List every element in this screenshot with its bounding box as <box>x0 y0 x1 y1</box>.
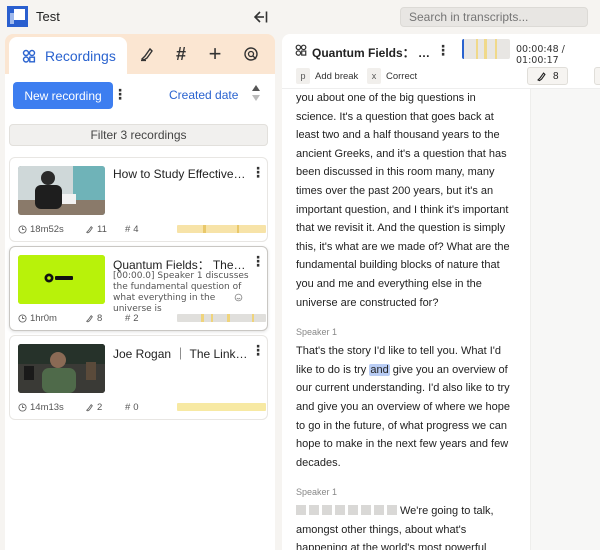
redacted-words <box>296 505 400 517</box>
tab-recordings-label: Recordings <box>45 47 116 64</box>
hash-icon: # <box>175 43 186 64</box>
recording-tag-count: # 4 <box>125 224 139 235</box>
tab-tags[interactable]: # <box>171 44 191 64</box>
recording-duration: 18m52s <box>18 224 64 235</box>
player-more-icon[interactable]: ⋮ <box>436 42 450 58</box>
tag-count-value: 0 <box>133 402 139 413</box>
current-word-highlight[interactable]: and <box>369 363 390 376</box>
recording-more-icon[interactable]: ⋮ <box>251 164 265 180</box>
player-header: Quantum Fields： Th... ⋮ 00:00:48 / 01:00… <box>282 34 600 88</box>
recordings-panel: Recordings # + New recording ⋮ Created d… <box>5 34 275 550</box>
recordings-list-area: New recording ⋮ Created date Filter 3 re… <box>5 74 275 550</box>
transcript-panel: Quantum Fields： Th... ⋮ 00:00:48 / 01:00… <box>282 34 600 550</box>
app-title: Test <box>36 9 60 24</box>
recording-tag-count: # 0 <box>125 402 139 413</box>
speaker-label: Speaker 1 <box>296 487 338 498</box>
transcript-paragraph[interactable]: That's the story I'd like to tell you. W… <box>296 342 518 472</box>
more-options-icon[interactable]: ⋮ <box>113 86 127 102</box>
smart-icon <box>234 293 243 302</box>
playback-progress-fill <box>462 39 464 59</box>
recording-thumbnail <box>18 255 105 304</box>
recording-more-icon[interactable]: ⋮ <box>251 342 265 358</box>
hash-icon: # <box>125 402 131 413</box>
transcript-paragraph[interactable]: you about one of the big questions in sc… <box>296 89 518 312</box>
recording-highlight-count: 11 <box>85 224 107 235</box>
more-chip[interactable] <box>594 67 600 85</box>
highlight-count-value: 8 <box>97 313 103 324</box>
add-break-action[interactable]: p Add break <box>296 68 358 84</box>
recording-card[interactable]: Joe Rogan ｜ The Link B... ⋮ 14m13s 2 # 0 <box>9 335 268 420</box>
highlight-count-value: 11 <box>97 224 107 235</box>
duration-value: 14m13s <box>30 402 64 413</box>
recording-thumbnail <box>18 344 105 393</box>
smart-icon <box>244 47 258 61</box>
recording-title: Joe Rogan ｜ The Link B... <box>113 347 248 361</box>
recording-thumbnail <box>18 166 105 215</box>
filter-recordings-button[interactable]: Filter 3 recordings <box>9 124 268 146</box>
highlighter-icon <box>537 71 546 81</box>
duration-value: 1hr0m <box>30 313 57 324</box>
top-bar: Test <box>0 0 600 34</box>
sort-order-icon[interactable] <box>251 84 261 102</box>
player-title: Quantum Fields： Th... <box>312 46 432 60</box>
speaker-label: Speaker 1 <box>296 327 338 338</box>
tab-add[interactable]: + <box>205 41 225 66</box>
transcript-paragraph[interactable]: We're going to talk, amongst other thing… <box>296 502 518 550</box>
transcript-body: you about one of the big questions in sc… <box>296 89 518 550</box>
duration-value: 18m52s <box>30 224 64 235</box>
playback-time: 00:00:48 / 01:00:17 <box>516 44 565 66</box>
new-recording-button[interactable]: New recording <box>13 82 113 109</box>
tag-count-value: 4 <box>133 224 139 235</box>
clock-icon <box>18 403 27 412</box>
highlight-count-value: 2 <box>97 402 103 413</box>
highlighter-icon <box>140 47 153 62</box>
clock-icon <box>18 225 27 234</box>
search-input[interactable] <box>400 7 588 27</box>
recording-activity-bar <box>177 314 266 322</box>
recording-highlight-count: 2 <box>85 402 102 413</box>
highlighter-icon <box>85 225 93 234</box>
recording-tag-count: # 2 <box>125 313 139 324</box>
recording-card[interactable]: How to Study Effectively ... ⋮ 18m52s 11… <box>9 157 268 242</box>
transcript-text: give you an overview of our current unde… <box>296 363 511 469</box>
recording-title: How to Study Effectively ... <box>113 167 248 181</box>
recording-card-selected[interactable]: Quantum Fields： The Re... ⋮ [00:00.0] Sp… <box>9 246 268 331</box>
plus-icon: + <box>208 41 222 66</box>
recording-more-icon[interactable]: ⋮ <box>251 253 265 269</box>
recording-duration: 14m13s <box>18 402 64 413</box>
hash-icon: # <box>125 224 131 235</box>
app-logo-icon <box>7 6 28 27</box>
highlighter-icon <box>85 314 93 323</box>
tag-count-value: 2 <box>133 313 139 324</box>
recording-activity-bar <box>177 403 266 411</box>
correct-action[interactable]: x Correct <box>367 68 417 84</box>
tab-smart[interactable] <box>241 44 261 64</box>
recordings-icon <box>295 44 307 56</box>
tab-highlights[interactable] <box>137 44 157 64</box>
clock-icon <box>18 314 27 323</box>
tab-recordings[interactable]: Recordings <box>9 37 127 74</box>
collapse-sidebar-icon[interactable] <box>252 8 270 26</box>
playback-progress-bar[interactable] <box>462 39 510 59</box>
recording-duration: 1hr0m <box>18 313 57 324</box>
recording-highlight-count: 8 <box>85 313 102 324</box>
recordings-icon <box>22 49 36 63</box>
transcript-side-strip <box>530 89 600 550</box>
correct-label: Correct <box>386 70 418 82</box>
add-break-shortcut: p <box>296 68 310 84</box>
recording-activity-bar <box>177 225 266 233</box>
add-break-label: Add break <box>315 70 359 82</box>
highlight-count-chip[interactable]: 8 <box>527 67 568 85</box>
sort-field-label[interactable]: Created date <box>169 88 238 102</box>
correct-shortcut: x <box>367 68 381 84</box>
hash-icon: # <box>125 313 131 324</box>
tab-bar: Recordings # + <box>5 34 275 74</box>
highlight-count-value: 8 <box>553 70 559 82</box>
highlighter-icon <box>85 403 93 412</box>
